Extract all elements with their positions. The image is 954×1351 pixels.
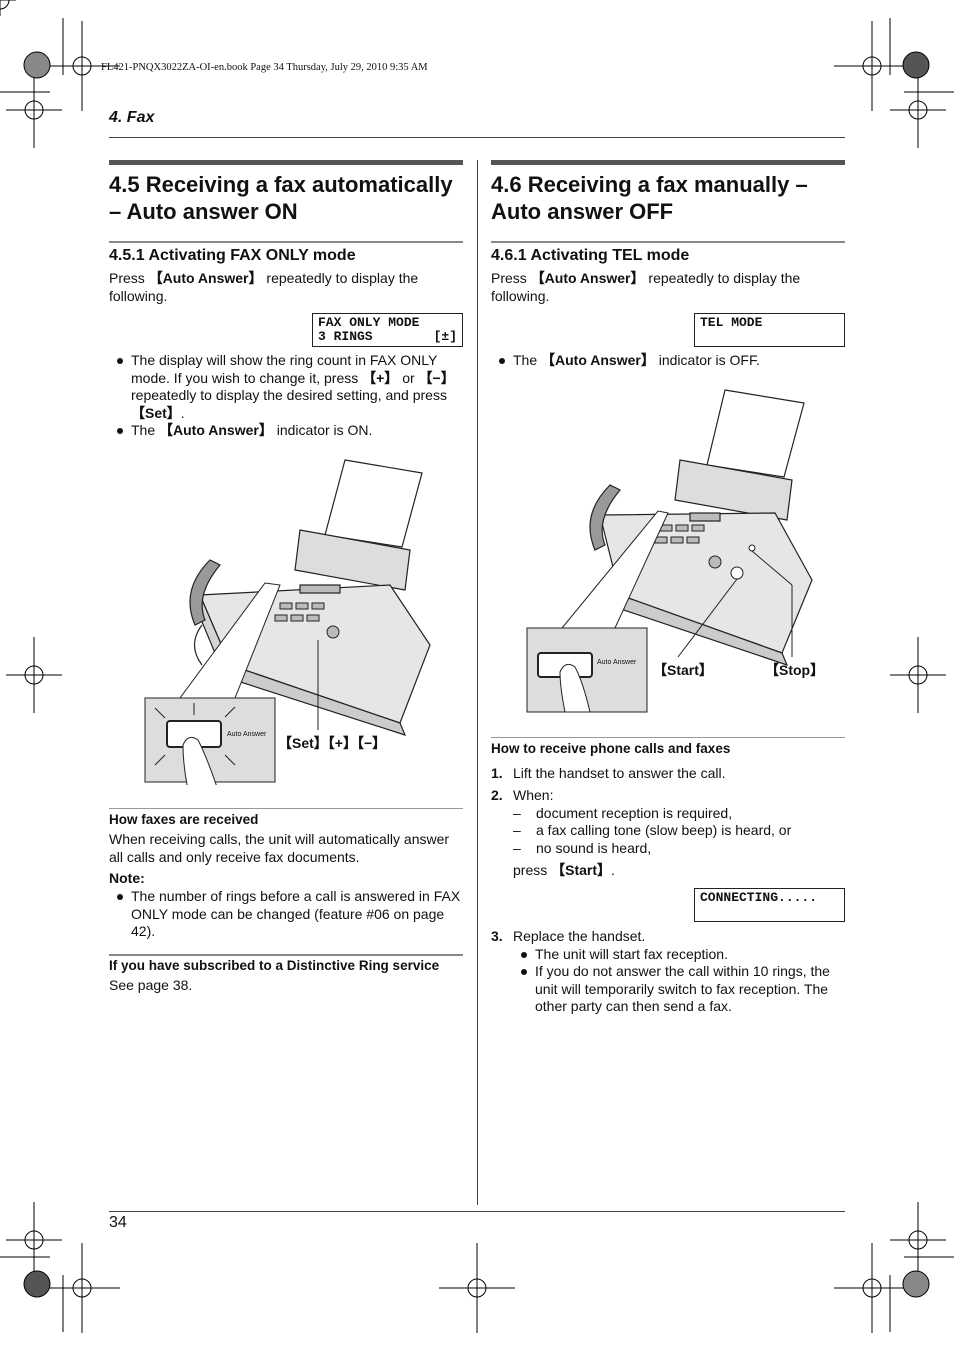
bullet-list: The display will show the ring count in … — [109, 352, 463, 440]
footer-rule — [109, 1211, 845, 1212]
bullet-item: The 【Auto Answer】 indicator is OFF. — [491, 352, 845, 370]
bullet-item: The display will show the ring count in … — [109, 352, 463, 422]
subsection-rule — [491, 241, 845, 243]
note-list: The number of rings before a call is ans… — [109, 888, 463, 941]
title-line: – Auto answer ON — [109, 199, 298, 224]
section-bar — [491, 160, 845, 165]
how-to-receive-title: How to receive phone calls and faxes — [491, 741, 731, 756]
distinctive-ring-title: If you have subscribed to a Distinctive … — [109, 958, 440, 973]
step-item: 1. Lift the handset to answer the call. — [491, 765, 726, 781]
section-bar — [109, 160, 463, 165]
distinctive-ring-text: See page 38. — [109, 977, 193, 993]
section-title-4-5: 4.5 Receiving a fax automatically – Auto… — [109, 171, 469, 225]
stop-callout: 【Stop】 — [765, 662, 825, 678]
bullet-item: The 【Auto Answer】 indicator is ON. — [109, 422, 463, 440]
divider — [109, 808, 463, 809]
header-rule — [109, 137, 845, 138]
subsection-title: 4.5.1 Activating FAX ONLY mode — [109, 247, 356, 264]
intro-text: Press 【Auto Answer】 repeatedly to displa… — [109, 270, 449, 305]
dash-list: – document reception is required, – a fax … — [491, 805, 845, 880]
subsection-rule — [109, 241, 463, 243]
lcd-symbol: [±] — [433, 329, 457, 344]
lcd-line: FAX ONLY MODE — [318, 315, 420, 330]
start-callout: 【Start】 — [653, 662, 713, 678]
title-line: Auto answer OFF — [491, 199, 674, 224]
auto-answer-label: Auto Answer — [227, 731, 267, 738]
column-divider — [477, 160, 478, 1205]
dash-item: – document reception is required, — [513, 804, 733, 821]
section-title-4-6: 4.6 Receiving a fax manually – Auto answ… — [491, 171, 851, 225]
lcd-display: FAX ONLY MODE 3 RINGS [±] — [312, 313, 463, 347]
title-line: 4.6 Receiving a fax manually – — [491, 172, 808, 197]
key-label: 【Auto Answer】 — [148, 270, 263, 286]
dash-item: – a fax calling tone (slow beep) is heard… — [513, 822, 792, 838]
divider — [491, 737, 845, 738]
step-3: 3. Replace the handset. The unit will sta… — [491, 928, 845, 1016]
chapter-title: 4. Fax — [109, 109, 155, 126]
dash-item: – no sound is heard, — [513, 839, 652, 856]
how-faxes-text: When receiving calls, the unit will auto… — [109, 831, 450, 865]
book-header: FL421-PNQX3022ZA-OI-en.book Page 34 Thur… — [101, 62, 428, 73]
bullet-list: The 【Auto Answer】 indicator is OFF. — [491, 352, 845, 370]
page-number: 34 — [109, 1214, 127, 1231]
set-plus-minus-callout: 【Set】【+】【−】 — [278, 735, 387, 751]
press-start-text: press 【Start】. — [513, 862, 615, 878]
bullet-item: The number of rings before a call is ans… — [109, 888, 463, 941]
how-faxes-title: How faxes are received — [109, 812, 259, 827]
step-item: 2. When: — [491, 787, 554, 803]
lcd-line: 3 RINGS — [318, 329, 373, 344]
bullet-item: The unit will start fax reception. — [513, 946, 845, 964]
divider — [109, 954, 463, 956]
steps-list: 1. Lift the handset to answer the call. 2… — [491, 765, 845, 880]
lcd-display: CONNECTING..... — [694, 888, 845, 922]
step-item: 3. Replace the handset. — [491, 928, 646, 944]
intro-text: Press 【Auto Answer】 repeatedly to displa… — [491, 270, 801, 304]
subsection-title: 4.6.1 Activating TEL mode — [491, 247, 690, 264]
note-title: Note: — [109, 870, 145, 886]
auto-answer-label: Auto Answer — [597, 659, 637, 666]
text: Press — [109, 270, 149, 286]
lcd-display: TEL MODE — [694, 313, 845, 347]
title-line: 4.5 Receiving a fax automatically — [109, 172, 453, 197]
bullet-item: If you do not answer the call within 10 … — [513, 963, 845, 1016]
